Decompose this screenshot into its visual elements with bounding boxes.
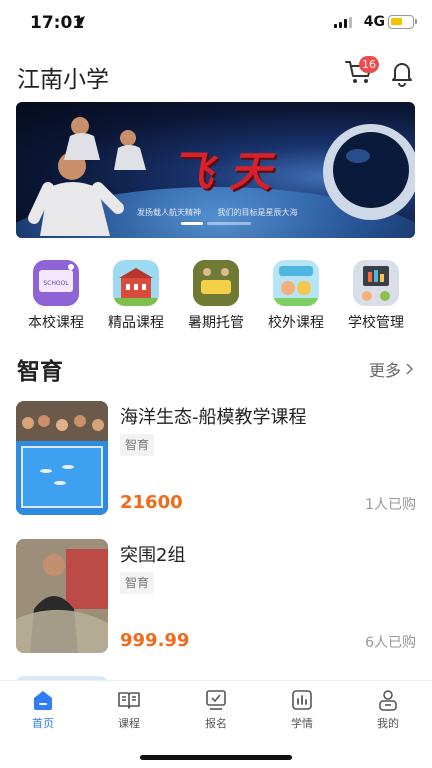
course-price: 21600: [120, 492, 183, 513]
quick-entry-label: 学校管理: [348, 315, 404, 331]
course-sold-count: 1人已购: [365, 497, 416, 513]
quick-entries: SCHOOL 本校课程 精品课程 暑期托管 校外课程 学校管理: [0, 260, 432, 332]
home-indicator: [140, 755, 292, 760]
tab-label: 我的: [377, 717, 399, 730]
course-card[interactable]: 突围2组 智育 999.99 6人已购: [16, 539, 416, 655]
course-tag: 智育: [120, 572, 155, 594]
course-thumbnail: [16, 539, 108, 653]
status-bar: 17:01 4G: [0, 0, 432, 46]
astronaut-helmet-graphic: [323, 124, 415, 220]
quick-entry-label: 本校课程: [28, 315, 84, 331]
course-tag: 智育: [120, 434, 155, 456]
quick-entry-label: 暑期托管: [188, 315, 244, 331]
quick-entry-offcampus-course[interactable]: 校外课程: [256, 260, 336, 332]
course-title: 海洋生态-船模教学课程: [120, 407, 307, 428]
quick-entry-school-course[interactable]: SCHOOL 本校课程: [16, 260, 96, 332]
bell-icon[interactable]: [388, 59, 416, 87]
quick-entry-summer-care[interactable]: 暑期托管: [176, 260, 256, 332]
page-title: 江南小学: [17, 67, 109, 93]
banner-pager: [181, 222, 251, 225]
course-price: 999.99: [120, 630, 190, 651]
signal-icon: [334, 17, 352, 28]
more-label: 更多: [368, 361, 401, 380]
chart-icon: [292, 690, 312, 710]
banner-subtitle: 发扬载人航天精神 我们的目标是星辰大海: [137, 207, 312, 218]
tab-course[interactable]: 课程: [99, 688, 159, 731]
svg-text:SCHOOL: SCHOOL: [43, 280, 69, 287]
summer-care-icon: [193, 260, 239, 306]
more-link[interactable]: 更多: [369, 357, 413, 381]
offcampus-course-icon: [273, 260, 319, 306]
course-title: 突围2组: [120, 545, 186, 566]
school-course-icon: SCHOOL: [33, 260, 79, 306]
tab-label: 课程: [118, 717, 140, 730]
tab-learning-status[interactable]: 学情: [272, 688, 332, 731]
banner-subtitle-1: 发扬载人航天精神: [137, 208, 201, 217]
tab-label: 首页: [32, 717, 54, 730]
chevron-right-icon: [406, 363, 413, 375]
tab-signup[interactable]: 报名: [186, 688, 246, 731]
signup-icon: [206, 690, 226, 710]
tab-label: 报名: [205, 717, 227, 730]
tab-home[interactable]: 首页: [13, 688, 73, 731]
course-sold-count: 6人已购: [365, 635, 416, 651]
network-label: 4G: [363, 14, 385, 30]
tab-label: 学情: [291, 717, 313, 730]
quick-entry-school-management[interactable]: 学校管理: [336, 260, 416, 332]
promo-banner[interactable]: 飞天 发扬载人航天精神 我们的目标是星辰大海: [16, 102, 415, 238]
school-management-icon: [353, 260, 399, 306]
tab-mine[interactable]: 我的: [358, 688, 418, 731]
battery-icon: [388, 15, 417, 29]
home-icon: [34, 691, 52, 710]
header: 江南小学 16: [0, 52, 432, 100]
quick-entry-premium-course[interactable]: 精品课程: [96, 260, 176, 332]
quick-entry-label: 校外课程: [268, 315, 324, 331]
book-icon: [118, 692, 140, 709]
banner-subtitle-2: 我们的目标是星辰大海: [217, 208, 298, 217]
section-title: 智育: [17, 359, 63, 385]
course-thumbnail: [16, 401, 108, 515]
course-card[interactable]: 海洋生态-船模教学课程 智育 21600 1人已购: [16, 401, 416, 517]
cart-badge: 16: [359, 56, 379, 73]
premium-course-icon: [113, 260, 159, 306]
quick-entry-label: 精品课程: [108, 315, 164, 331]
location-arrow-icon: [75, 16, 85, 26]
user-icon: [379, 690, 397, 711]
banner-title: 飞天: [171, 147, 288, 196]
